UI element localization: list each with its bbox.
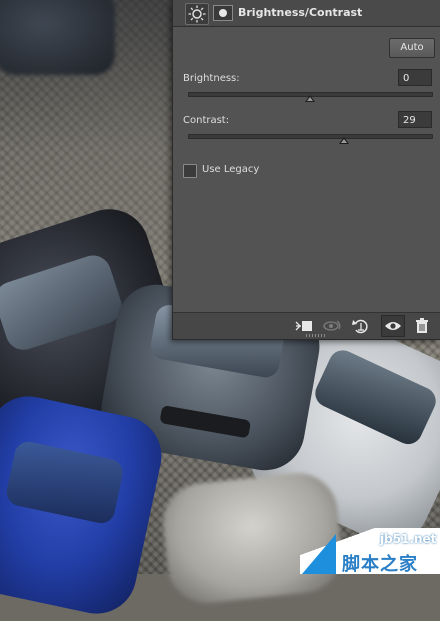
brightness-adjustment-icon[interactable] <box>185 3 209 25</box>
watermark-url: jb51.net <box>380 532 437 546</box>
panel-title: Brightness/Contrast <box>238 6 363 19</box>
watermark-site-name: 脚本之家 <box>342 554 418 575</box>
contrast-value-field[interactable]: 29 <box>398 111 432 128</box>
view-previous-state-icon[interactable] <box>321 316 343 336</box>
brightness-slider-thumb[interactable] <box>304 95 315 102</box>
use-legacy-checkbox[interactable] <box>183 164 197 178</box>
properties-panel: Brightness/Contrast Auto Brightness: 0 C… <box>172 0 440 340</box>
brightness-value-field[interactable]: 0 <box>398 69 432 86</box>
panel-resize-grip[interactable] <box>306 334 326 337</box>
site-watermark: jb51.net 脚本之家 <box>300 528 440 575</box>
watermark-logo-shape <box>302 534 336 574</box>
layer-mask-icon[interactable] <box>213 5 233 21</box>
car-blue <box>0 388 169 621</box>
panel-header: Brightness/Contrast <box>173 0 440 27</box>
auto-button[interactable]: Auto <box>389 38 435 58</box>
contrast-slider-thumb[interactable] <box>338 137 349 144</box>
clip-to-layer-icon[interactable] <box>293 316 315 336</box>
use-legacy-label: Use Legacy <box>202 164 260 175</box>
contrast-label: Contrast: <box>183 115 230 126</box>
visibility-eye-icon[interactable] <box>381 315 405 337</box>
car-top-left <box>0 0 115 75</box>
brightness-label: Brightness: <box>183 73 240 84</box>
reset-icon[interactable] <box>350 316 372 336</box>
contrast-slider-track[interactable] <box>188 134 433 139</box>
trash-icon[interactable] <box>411 316 433 336</box>
